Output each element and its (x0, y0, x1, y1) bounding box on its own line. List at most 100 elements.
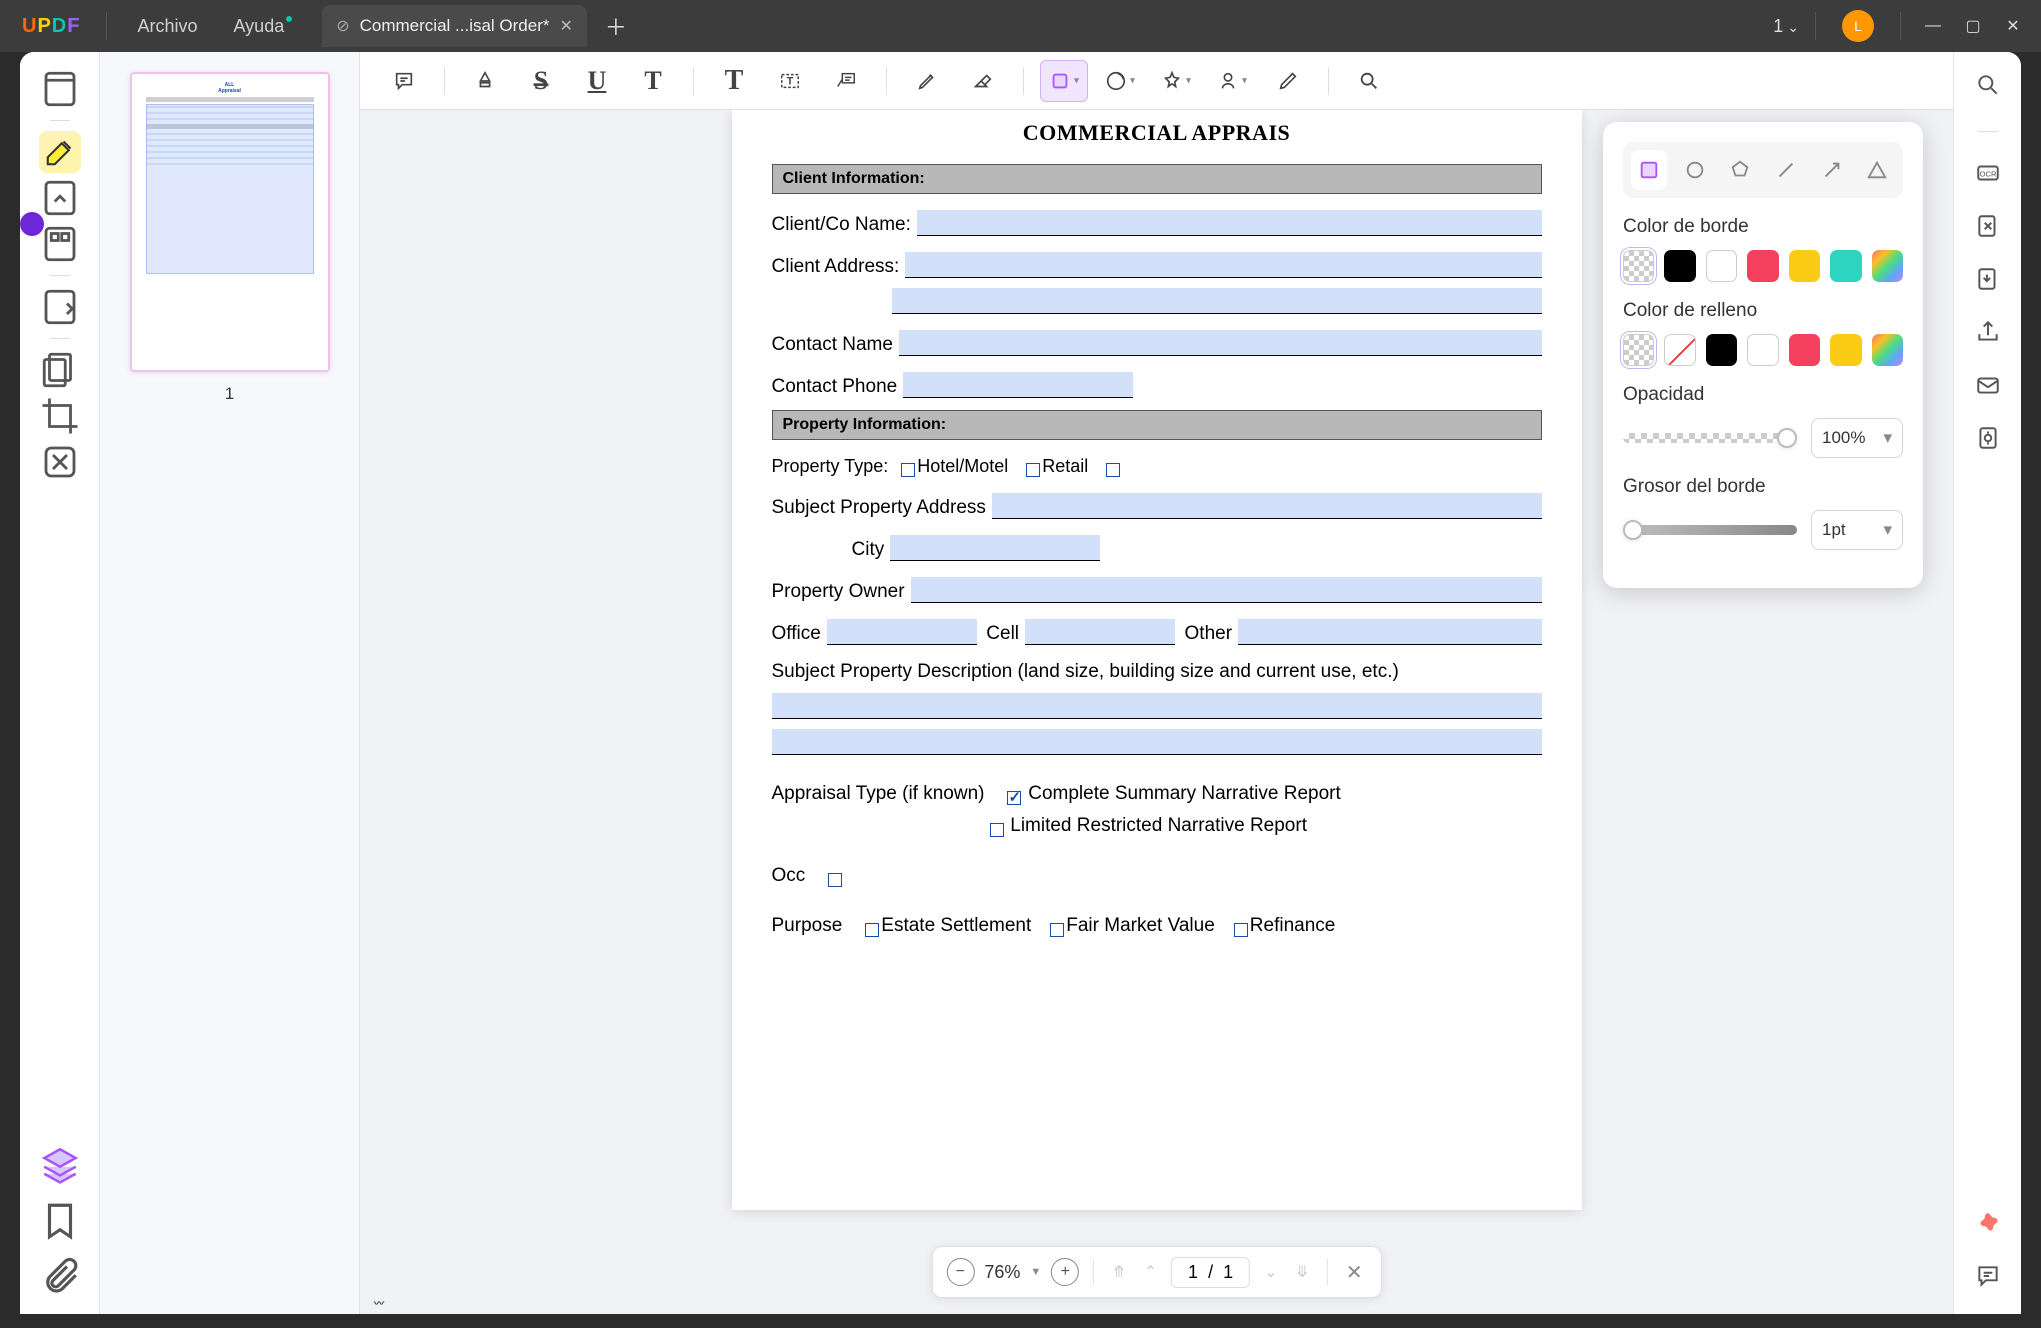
tool-comment-icon[interactable] (380, 60, 428, 102)
shape-polygon-button[interactable] (1722, 150, 1758, 190)
border-color-black[interactable] (1664, 250, 1695, 282)
border-color-white[interactable] (1706, 250, 1737, 282)
minimize-button[interactable]: ― (1913, 17, 1953, 35)
field-other[interactable] (1238, 619, 1541, 645)
fill-color-yellow[interactable] (1830, 334, 1861, 366)
rail-attachment-icon[interactable] (39, 1256, 81, 1298)
checkbox-complete-summary[interactable] (1007, 791, 1021, 805)
rail-highlight-icon[interactable] (39, 131, 81, 173)
zoom-dropdown[interactable]: 76%▼ (984, 1262, 1041, 1283)
rail-bookmark-icon[interactable] (39, 1200, 81, 1242)
shape-circle-button[interactable] (1677, 150, 1713, 190)
zoom-in-button[interactable]: + (1051, 1258, 1079, 1286)
right-print-icon[interactable] (1975, 425, 2001, 456)
border-color-red[interactable] (1747, 250, 1778, 282)
checkbox-retail[interactable] (1026, 463, 1040, 477)
user-avatar[interactable]: L (1842, 10, 1874, 42)
menu-ayuda[interactable]: Ayuda (234, 16, 285, 37)
checkbox-fmv[interactable] (1050, 923, 1064, 937)
field-office[interactable] (827, 619, 977, 645)
thickness-slider[interactable] (1623, 525, 1797, 535)
document-tab[interactable]: ⊘ Commercial ...isal Order* ✕ (322, 5, 587, 47)
first-page-button[interactable]: ⤊ (1108, 1262, 1129, 1282)
border-color-yellow[interactable] (1789, 250, 1820, 282)
rail-edit-icon[interactable] (39, 177, 81, 219)
tool-callout-icon[interactable] (822, 60, 870, 102)
right-ocr-icon[interactable]: OCR (1975, 160, 2001, 191)
checkbox-hotel[interactable] (901, 463, 915, 477)
tool-pencil-icon[interactable] (903, 60, 951, 102)
shape-line-button[interactable] (1768, 150, 1804, 190)
rail-tools-icon[interactable] (39, 441, 81, 483)
field-property-owner[interactable] (911, 577, 1542, 603)
fill-color-none[interactable] (1664, 334, 1695, 366)
opacity-dropdown[interactable]: 100%▾ (1811, 418, 1903, 458)
fill-color-red[interactable] (1789, 334, 1820, 366)
menu-archivo[interactable]: Archivo (137, 16, 197, 37)
shape-arrow-button[interactable] (1814, 150, 1850, 190)
right-share-icon[interactable] (1975, 319, 2001, 350)
border-color-teal[interactable] (1830, 250, 1861, 282)
close-window-button[interactable]: ✕ (1993, 16, 2033, 36)
right-convert-icon[interactable] (1975, 213, 2001, 244)
tool-shape-button[interactable]: ▾ (1040, 60, 1088, 102)
shape-rectangle-button[interactable] (1631, 150, 1667, 190)
shape-triangle-button[interactable] (1859, 150, 1895, 190)
tool-highlight-icon[interactable] (461, 60, 509, 102)
last-page-button[interactable]: ⤋ (1292, 1262, 1313, 1282)
tool-eraser-icon[interactable] (959, 60, 1007, 102)
field-client-address-2[interactable] (892, 288, 1542, 314)
opacity-slider[interactable] (1623, 433, 1797, 443)
checkbox-estate[interactable] (865, 923, 879, 937)
right-email-icon[interactable] (1975, 372, 2001, 403)
checkbox-refi[interactable] (1234, 923, 1248, 937)
fill-color-white[interactable] (1747, 334, 1778, 366)
field-city[interactable] (890, 535, 1100, 561)
tool-squiggly-icon[interactable]: T〰 (629, 60, 677, 102)
checkbox-other1[interactable] (1106, 463, 1120, 477)
rail-form-icon[interactable] (39, 286, 81, 328)
fill-color-transparent[interactable] (1623, 334, 1654, 366)
field-subject-address[interactable] (992, 493, 1542, 519)
tool-textbox-icon[interactable]: T (766, 60, 814, 102)
tool-strikethrough-icon[interactable]: S̶ (517, 60, 565, 102)
rail-pages-icon[interactable] (39, 349, 81, 391)
fill-color-black[interactable] (1706, 334, 1737, 366)
border-color-none[interactable] (1623, 250, 1654, 282)
page-input[interactable]: 1 / 1 (1171, 1257, 1250, 1288)
tab-close-icon[interactable]: ✕ (560, 16, 573, 36)
rail-organize-icon[interactable] (39, 223, 81, 265)
checkbox-limited[interactable] (990, 823, 1004, 837)
tool-stamp-icon[interactable]: ▾ (1152, 60, 1200, 102)
tool-redact-icon[interactable] (1264, 60, 1312, 102)
field-client-address[interactable] (905, 252, 1541, 278)
field-cell[interactable] (1025, 619, 1175, 645)
next-page-button[interactable]: ⌄ (1260, 1262, 1281, 1282)
border-color-custom[interactable] (1872, 250, 1903, 282)
right-ai-icon[interactable] (1975, 1210, 2001, 1241)
tool-underline-icon[interactable]: U (573, 60, 621, 102)
field-description-2[interactable] (772, 729, 1542, 755)
new-tab-button[interactable]: ＋ (605, 10, 627, 42)
checkbox-occ1[interactable] (828, 873, 842, 887)
close-zoombar-button[interactable]: ✕ (1342, 1260, 1367, 1285)
rail-reader-icon[interactable] (39, 68, 81, 110)
fill-color-custom[interactable] (1872, 334, 1903, 366)
right-comment-icon[interactable] (1975, 1263, 2001, 1294)
maximize-button[interactable]: ▢ (1953, 16, 1993, 36)
pdf-page[interactable]: COMMERCIAL APPRAIS Client Information: C… (732, 110, 1582, 1210)
field-description-1[interactable] (772, 693, 1542, 719)
rail-layers-icon[interactable] (39, 1144, 81, 1186)
prev-page-button[interactable]: ⌃ (1140, 1262, 1161, 1282)
tool-sticker-icon[interactable]: ▾ (1096, 60, 1144, 102)
tool-search-icon[interactable] (1345, 60, 1393, 102)
field-contact-name[interactable] (899, 330, 1542, 356)
tool-signature-icon[interactable]: ▾ (1208, 60, 1256, 102)
thickness-dropdown[interactable]: 1pt▾ (1811, 510, 1903, 550)
page-count-dropdown[interactable]: 1⌄ (1773, 16, 1799, 37)
zoom-out-button[interactable]: − (946, 1258, 974, 1286)
rail-crop-icon[interactable] (39, 395, 81, 437)
right-save-icon[interactable] (1975, 266, 2001, 297)
field-client-name[interactable] (917, 210, 1542, 236)
tool-text-icon[interactable]: T (710, 60, 758, 102)
